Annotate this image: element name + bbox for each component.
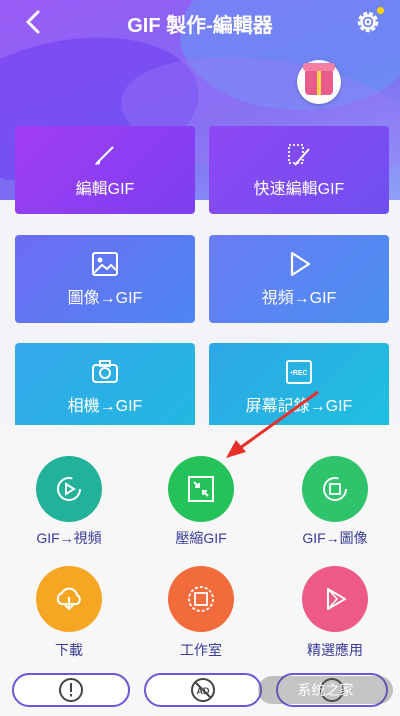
annotation-arrow bbox=[226, 390, 319, 458]
